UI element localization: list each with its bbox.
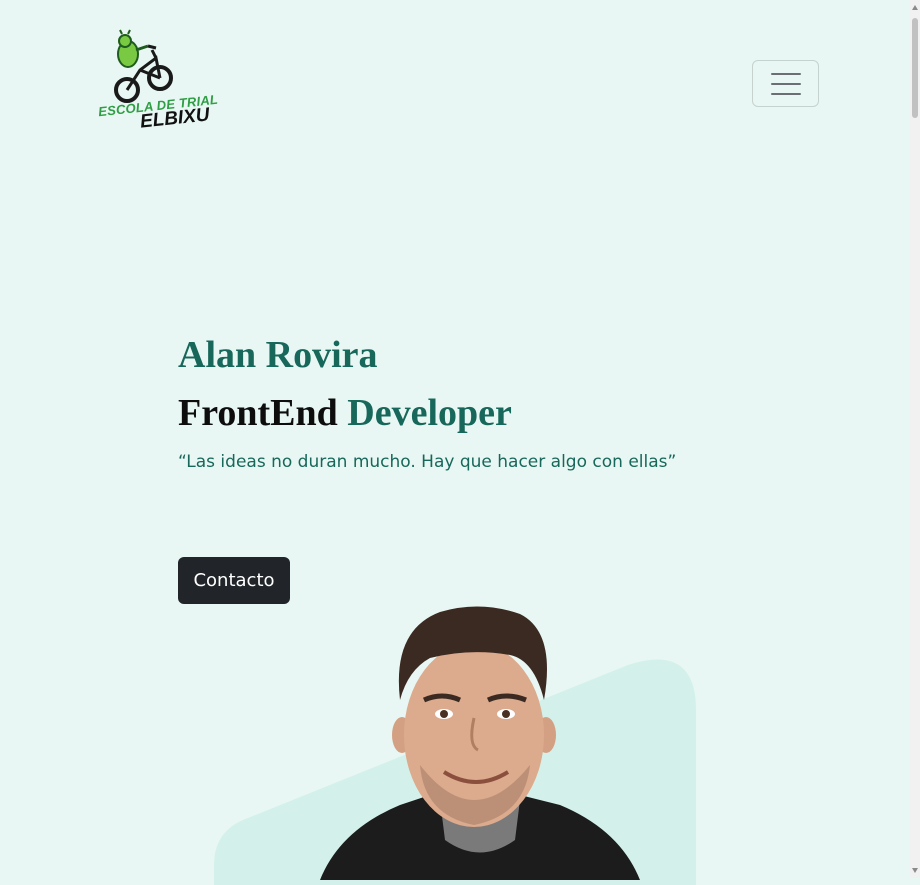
contact-button[interactable]: Contacto xyxy=(178,557,290,604)
role-part-1: FrontEnd xyxy=(178,392,338,434)
role-part-2: Developer xyxy=(347,392,512,434)
brand-logo[interactable]: ESCOLA DE TRIAL ELBIXU xyxy=(96,28,219,133)
scroll-thumb[interactable] xyxy=(912,18,918,118)
profile-photo xyxy=(320,606,640,880)
hero-name: Alan Rovira xyxy=(178,334,378,376)
scroll-down-icon[interactable] xyxy=(912,868,918,873)
hero-role: FrontEnd Developer xyxy=(178,391,512,435)
hamburger-icon xyxy=(770,72,801,75)
scroll-up-icon[interactable] xyxy=(912,5,918,10)
menu-toggle-button[interactable] xyxy=(752,60,819,107)
hero-quote: “Las ideas no duran mucho. Hay que hacer… xyxy=(178,452,677,472)
page-scrollbar[interactable] xyxy=(910,0,920,878)
